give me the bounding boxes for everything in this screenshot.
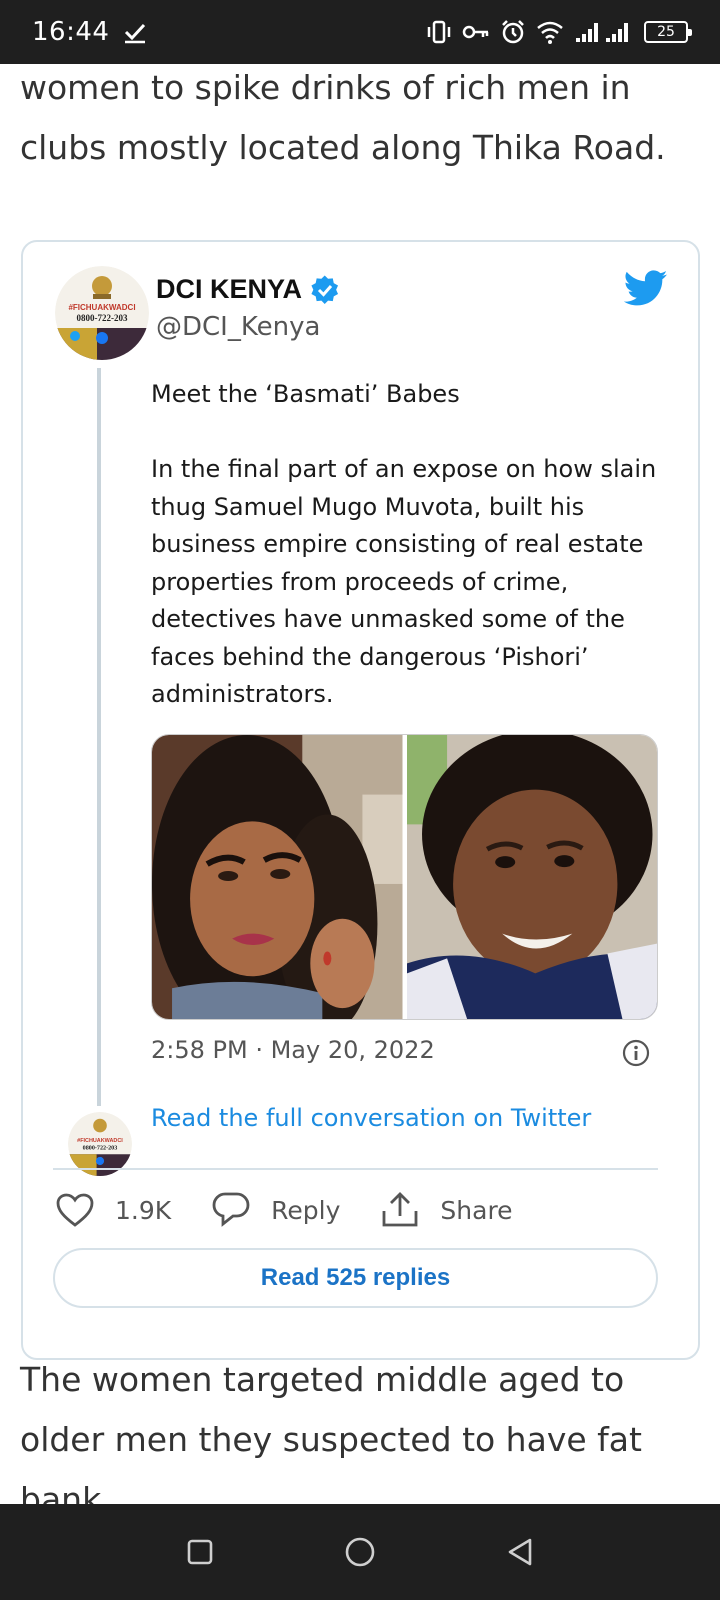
verified-icon [311,274,339,304]
check-icon [125,23,146,44]
svg-text:0800-722-203: 0800-722-203 [83,1145,118,1151]
article-paragraph-top: women to spike drinks of rich men in clu… [20,68,666,167]
svg-text:#FICHUAKWADCI: #FICHUAKWADCI [68,303,135,312]
reply-label: Reply [271,1195,341,1225]
back-icon[interactable] [505,1536,535,1568]
status-time: 16:44 [32,17,110,47]
author-avatar-small[interactable]: #FICHUAKWADCI 0800-722-203 [68,1112,132,1176]
like-count: 1.9K [115,1195,172,1225]
author-avatar[interactable]: #FICHUAKWADCI 0800-722-203 [55,266,149,360]
share-label: Share [440,1195,513,1225]
vibrate-icon [427,20,451,44]
signal-icon [576,23,628,42]
recents-icon[interactable] [185,1537,215,1567]
photo-left[interactable] [152,735,403,1019]
read-replies-button[interactable]: Read 525 replies [53,1248,658,1308]
alarm-icon [502,20,524,44]
svg-text:#FICHUAKWADCI: #FICHUAKWADCI [77,1138,123,1144]
tweet-paragraph: In the final part of an expose on how sl… [151,455,657,708]
like-button[interactable]: 1.9K [55,1192,171,1228]
share-button[interactable]: Share [380,1191,513,1229]
author-handle[interactable]: @DCI_Kenya [156,312,320,342]
tweet-actions: 1.9K Reply Share [55,1186,553,1234]
key-icon [462,25,489,39]
battery-indicator: 25 [644,21,692,43]
thread-line [97,368,101,1106]
read-full-conversation-link[interactable]: Read the full conversation on Twitter [151,1104,591,1132]
wifi-icon [537,21,563,44]
tweet-media[interactable] [151,734,658,1020]
photo-right[interactable] [406,735,657,1019]
share-icon [383,1192,418,1227]
article-paragraph-bottom: The women targeted middle aged to older … [20,1360,642,1519]
tweet-embed-card[interactable]: #FICHUAKWADCI 0800-722-203 DCI KENYA @DC… [21,240,700,1360]
heart-icon [56,1193,94,1227]
author-name[interactable]: DCI KENYA [156,274,340,305]
tweet-text: Meet the ‘Basmati’ Babes In the final pa… [151,376,671,714]
home-icon[interactable] [344,1536,376,1568]
status-icons: 25 [426,19,692,45]
status-bar: 16:44 25 [0,0,720,64]
author-name-label[interactable]: DCI KENYA [156,274,302,305]
svg-text:0800-722-203: 0800-722-203 [77,313,128,323]
reply-bubble-icon [212,1192,250,1227]
tweet-timestamp[interactable]: 2:58 PM · May 20, 2022 [151,1036,435,1064]
divider [53,1168,658,1170]
twitter-bird-icon[interactable] [624,266,668,310]
info-icon[interactable] [621,1038,651,1068]
tweet-paragraph: Meet the ‘Basmati’ Babes [151,380,460,408]
reply-button[interactable]: Reply [211,1191,340,1229]
navigation-bar [0,1504,720,1600]
